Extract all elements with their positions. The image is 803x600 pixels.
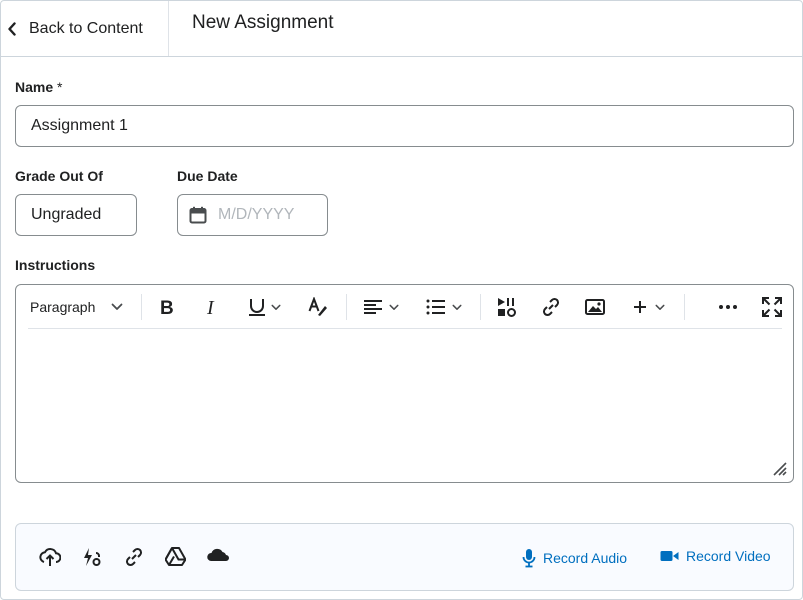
toolbar-divider	[141, 294, 142, 320]
quicklink-button[interactable]	[82, 547, 102, 572]
top-bar: Back to Content New Assignment	[1, 1, 802, 57]
video-camera-icon	[660, 551, 679, 561]
due-date-label: Due Date	[177, 168, 238, 184]
grade-input-value: Ungraded	[31, 206, 102, 223]
instructions-label: Instructions	[15, 257, 96, 273]
upload-button[interactable]	[39, 547, 62, 572]
onedrive-icon	[207, 548, 229, 561]
name-label: Name *	[15, 79, 62, 95]
google-drive-button[interactable]	[164, 547, 187, 571]
page-title: New Assignment	[192, 12, 334, 33]
attachments-bar: Record Audio Record Video	[15, 523, 794, 591]
chevron-down-icon	[111, 303, 123, 310]
required-mark: *	[57, 79, 63, 95]
google-drive-icon	[164, 547, 187, 566]
underline-button[interactable]	[248, 294, 281, 320]
quicklink-icon	[84, 548, 101, 566]
resize-handle-icon[interactable]	[773, 462, 787, 476]
list-button[interactable]	[426, 294, 462, 320]
chevron-down-icon	[655, 304, 665, 310]
align-button[interactable]	[363, 294, 399, 320]
back-to-content-label: Back to Content	[29, 19, 143, 37]
onedrive-button[interactable]	[207, 547, 229, 568]
insert-stuff-icon	[498, 298, 516, 317]
name-label-text: Name	[15, 79, 54, 95]
bold-button[interactable]: B	[159, 294, 175, 320]
due-date-placeholder: M/D/YYYY	[218, 206, 295, 223]
chevron-down-icon	[271, 304, 281, 310]
grade-out-of-input[interactable]: Ungraded	[15, 194, 137, 236]
text-color-icon	[308, 297, 327, 316]
name-input[interactable]: Assignment 1	[15, 105, 794, 147]
list-icon	[426, 299, 445, 315]
instructions-editor[interactable]: Paragraph B I	[15, 284, 794, 483]
svg-text:I: I	[206, 298, 215, 316]
plus-icon	[634, 301, 646, 313]
align-icon	[364, 300, 382, 314]
grade-out-of-label: Grade Out Of	[15, 168, 103, 184]
assignment-frame: Back to Content New Assignment Name * As…	[0, 0, 803, 600]
name-input-value: Assignment 1	[31, 117, 128, 134]
link-icon	[542, 297, 560, 317]
fullscreen-icon	[762, 297, 782, 317]
italic-icon: I	[206, 298, 215, 316]
toolbar-divider	[480, 294, 481, 320]
toolbar-divider	[684, 294, 685, 320]
paragraph-format-value: Paragraph	[30, 299, 96, 315]
record-video-button[interactable]: Record Video	[660, 548, 771, 564]
toolbar-divider	[346, 294, 347, 320]
more-options-button[interactable]	[718, 294, 738, 320]
italic-button[interactable]: I	[205, 294, 219, 320]
calendar-icon	[189, 206, 207, 224]
more-icon	[719, 305, 737, 309]
svg-text:B: B	[160, 298, 174, 316]
back-to-content-button[interactable]: Back to Content	[1, 1, 169, 56]
insert-more-button[interactable]	[633, 294, 665, 320]
chevron-down-icon	[389, 304, 399, 310]
chevron-left-icon	[8, 21, 16, 36]
fullscreen-button[interactable]	[762, 294, 782, 320]
bold-icon: B	[160, 298, 174, 316]
record-video-label: Record Video	[686, 548, 771, 564]
paragraph-format-select[interactable]: Paragraph	[30, 294, 123, 320]
record-audio-label: Record Audio	[543, 550, 628, 566]
weblink-icon	[125, 547, 143, 567]
microphone-icon	[522, 549, 536, 568]
text-color-button[interactable]	[308, 294, 328, 320]
record-audio-button[interactable]: Record Audio	[522, 548, 627, 568]
upload-icon	[39, 548, 62, 566]
due-date-input[interactable]: M/D/YYYY	[177, 194, 328, 236]
insert-stuff-button[interactable]	[497, 294, 517, 320]
insert-image-button[interactable]	[585, 294, 605, 320]
insert-link-button[interactable]	[541, 294, 561, 320]
underline-icon	[249, 299, 265, 316]
image-icon	[585, 299, 605, 315]
editor-toolbar: Paragraph B I	[16, 285, 793, 327]
toolbar-bottom-divider	[28, 328, 782, 329]
chevron-down-icon	[452, 304, 462, 310]
weblink-button[interactable]	[124, 547, 144, 572]
